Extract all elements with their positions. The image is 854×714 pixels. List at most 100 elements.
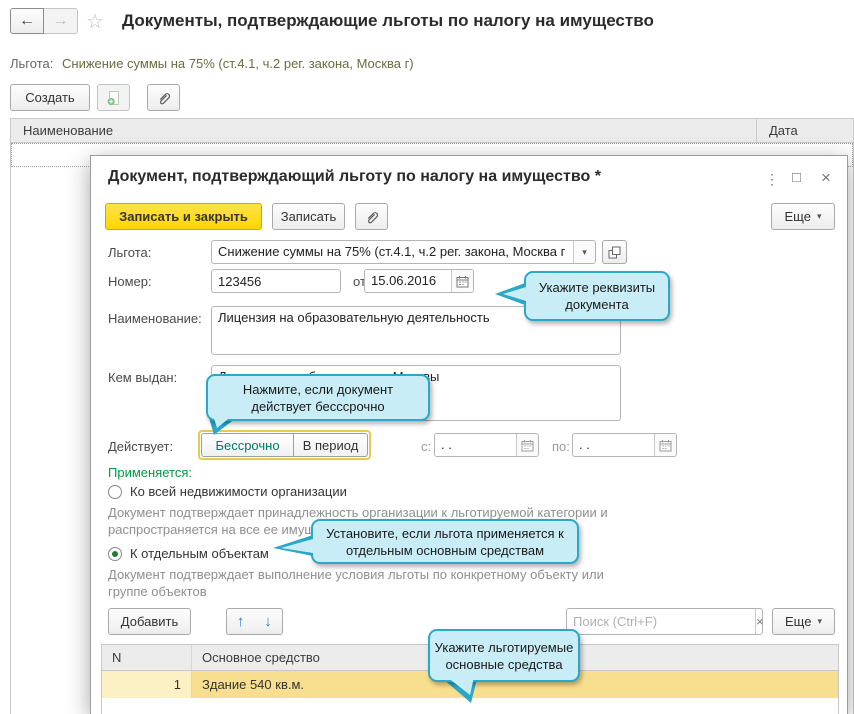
tooltip-line: Установите, если льгота применяется к bbox=[326, 525, 564, 542]
documents-list-header: Наименование Дата bbox=[10, 118, 854, 143]
arrow-up-icon: ↑ bbox=[237, 613, 245, 630]
dialog-close-icon[interactable]: × bbox=[821, 169, 831, 186]
paperclip-icon bbox=[156, 90, 172, 106]
benefit-label: Льгота: bbox=[10, 56, 53, 71]
tooltip-tail bbox=[503, 287, 526, 301]
issuer-label: Кем выдан: bbox=[108, 370, 177, 385]
open-link-icon bbox=[608, 246, 621, 259]
app-window: ← → ☆ Документы, подтверждающие льготы п… bbox=[0, 0, 854, 714]
dialog-benefit-label: Льгота: bbox=[108, 245, 151, 260]
radio-objects-label: К отдельным объектам bbox=[130, 546, 269, 561]
search-input[interactable] bbox=[567, 609, 755, 634]
period-from-value: . . bbox=[435, 434, 516, 456]
dialog-benefit-value: Снижение суммы на 75% (ст.4.1, ч.2 рег. … bbox=[212, 241, 573, 263]
radio-circle-checked-icon bbox=[108, 547, 122, 561]
number-label: Номер: bbox=[108, 274, 152, 289]
number-input[interactable] bbox=[211, 269, 341, 293]
radio-all-real-estate[interactable]: Ко всей недвижимости организации bbox=[108, 484, 347, 499]
calendar-button[interactable] bbox=[516, 434, 538, 456]
clear-search-icon[interactable]: × bbox=[755, 609, 764, 634]
dialog-more-button[interactable]: Еще ▾ bbox=[771, 203, 835, 230]
period-to-label: по: bbox=[552, 439, 570, 454]
dialog-menu-icon[interactable]: ⋮ bbox=[765, 172, 779, 186]
benefit-open-button[interactable] bbox=[602, 240, 627, 264]
assets-more-label: Еще bbox=[785, 614, 811, 629]
tooltip-requisites: Укажите реквизиты документа bbox=[524, 271, 670, 321]
new-document-icon bbox=[106, 90, 122, 106]
nav-back-button[interactable]: ← bbox=[10, 8, 44, 34]
add-asset-button[interactable]: Добавить bbox=[108, 608, 191, 635]
dialog-benefit-input[interactable]: Снижение суммы на 75% (ст.4.1, ч.2 рег. … bbox=[211, 240, 596, 264]
new-document-button[interactable] bbox=[97, 84, 130, 111]
arrow-down-icon: ↓ bbox=[264, 613, 272, 630]
tooltip-assets: Укажите льготируемые основные средства bbox=[428, 629, 580, 682]
history-nav: ← → bbox=[10, 8, 78, 34]
tooltip-line: документа bbox=[565, 296, 628, 313]
radio-circle-icon bbox=[108, 485, 122, 499]
nav-forward-button[interactable]: → bbox=[44, 8, 78, 34]
name-label: Наименование: bbox=[108, 311, 202, 326]
more-label: Еще bbox=[785, 209, 811, 224]
chevron-down-icon: ▾ bbox=[817, 211, 822, 222]
hint-objects-line1: Документ подтверждает выполнение условия… bbox=[108, 566, 668, 583]
calendar-button[interactable] bbox=[451, 270, 473, 292]
dialog-maximize-icon[interactable]: □ bbox=[792, 170, 801, 185]
add-asset-label: Добавить bbox=[121, 614, 178, 629]
valid-period-button[interactable]: В период bbox=[294, 433, 368, 457]
save-and-close-button[interactable]: Записать и закрыть bbox=[105, 203, 262, 230]
benefit-value: Снижение суммы на 75% (ст.4.1, ч.2 рег. … bbox=[62, 56, 414, 71]
chevron-down-icon: ▾ bbox=[817, 616, 822, 627]
favorite-star-icon[interactable]: ☆ bbox=[86, 9, 104, 34]
tooltip-indefinite: Нажмите, если документ действует бесссро… bbox=[206, 374, 430, 421]
assets-more-button[interactable]: Еще ▾ bbox=[772, 608, 835, 635]
tooltip-line: Нажмите, если документ bbox=[243, 381, 393, 398]
arrow-left-icon: ← bbox=[19, 13, 35, 29]
dialog-attach-button[interactable] bbox=[355, 203, 388, 230]
document-date-value: 15.06.2016 bbox=[365, 270, 451, 292]
period-from-input[interactable]: . . bbox=[434, 433, 539, 457]
asset-row-number: 1 bbox=[102, 671, 192, 698]
move-down-button[interactable]: ↓ bbox=[254, 608, 283, 635]
dialog-title: Документ, подтверждающий льготу по налог… bbox=[108, 168, 601, 186]
calendar-icon bbox=[521, 439, 534, 452]
tooltip-tail bbox=[447, 677, 474, 695]
period-to-input[interactable]: . . bbox=[572, 433, 677, 457]
valid-forever-button[interactable]: Бессрочно bbox=[201, 433, 294, 457]
period-from-label: с: bbox=[421, 439, 431, 454]
valid-label: Действует: bbox=[108, 439, 173, 454]
tooltip-tail bbox=[281, 539, 313, 553]
tooltip-tail bbox=[213, 415, 233, 428]
paperclip-icon bbox=[364, 209, 380, 225]
tooltip-set-objects: Установите, если льгота применяется к от… bbox=[311, 519, 579, 564]
tooltip-line: Укажите реквизиты bbox=[539, 279, 655, 296]
column-header-date: Дата bbox=[757, 123, 853, 138]
tooltip-line: действует бесссрочно bbox=[251, 398, 384, 415]
attach-button[interactable] bbox=[147, 84, 180, 111]
radio-all-label: Ко всей недвижимости организации bbox=[130, 484, 347, 499]
save-label: Записать bbox=[281, 209, 337, 224]
calendar-icon bbox=[659, 439, 672, 452]
create-button[interactable]: Создать bbox=[10, 84, 90, 111]
document-dialog: Документ, подтверждающий льготу по налог… bbox=[90, 155, 848, 714]
benefit-dropdown-button[interactable]: ▾ bbox=[573, 241, 595, 263]
save-and-close-label: Записать и закрыть bbox=[119, 209, 248, 224]
hint-objects-line2: группе объектов bbox=[108, 583, 668, 600]
valid-period-label: В период bbox=[303, 438, 359, 453]
tooltip-line: основные средства bbox=[445, 656, 562, 673]
applies-label: Применяется: bbox=[108, 465, 192, 480]
arrow-right-icon: → bbox=[53, 13, 69, 29]
create-button-label: Создать bbox=[25, 90, 74, 105]
tooltip-line: отдельным основным средствам bbox=[346, 542, 544, 559]
page-title: Документы, подтверждающие льготы по нало… bbox=[122, 11, 654, 31]
column-header-n: N bbox=[102, 645, 192, 670]
valid-forever-label: Бессрочно bbox=[215, 438, 279, 453]
period-to-value: . . bbox=[573, 434, 654, 456]
calendar-button[interactable] bbox=[654, 434, 676, 456]
save-button[interactable]: Записать bbox=[272, 203, 345, 230]
tooltip-line: Укажите льготируемые bbox=[435, 639, 574, 656]
move-up-button[interactable]: ↑ bbox=[226, 608, 255, 635]
document-date-input[interactable]: 15.06.2016 bbox=[364, 269, 474, 293]
radio-individual-objects[interactable]: К отдельным объектам bbox=[108, 546, 269, 561]
calendar-icon bbox=[456, 275, 469, 288]
chevron-down-icon: ▾ bbox=[582, 247, 587, 258]
